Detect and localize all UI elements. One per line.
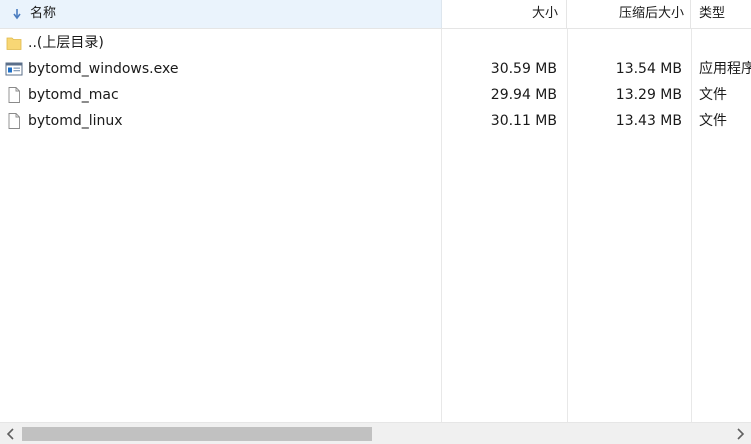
- file-compressed-size: 13.54 MB: [615, 61, 682, 77]
- column-header-size[interactable]: 大小: [442, 0, 567, 28]
- column-header-type-label: 类型: [699, 6, 726, 21]
- sort-descending-icon: [13, 9, 21, 20]
- file-compressed-size: 13.43 MB: [615, 113, 682, 129]
- folder-icon: [6, 37, 22, 50]
- file-name: bytomd_mac: [28, 87, 119, 103]
- column-header-compressed-size[interactable]: 压缩后大小: [567, 0, 691, 28]
- chevron-left-icon[interactable]: [3, 426, 19, 442]
- list-item-file[interactable]: bytomd_windows.exe 30.59 MB 13.54 MB 应用程…: [0, 56, 751, 82]
- file-name: bytomd_linux: [28, 113, 123, 129]
- file-icon: [8, 87, 20, 103]
- file-size: 30.59 MB: [490, 61, 557, 77]
- exe-icon: [5, 62, 23, 76]
- file-icon: [8, 113, 20, 129]
- file-name: ..(上层目录): [28, 35, 104, 51]
- column-header-compressed-label: 压缩后大小: [618, 6, 684, 21]
- column-header-type[interactable]: 类型: [691, 0, 751, 28]
- file-size: 30.11 MB: [490, 113, 557, 129]
- file-type: 应用程序: [699, 61, 751, 77]
- file-list: ..(上层目录) bytomd_windows.exe 30.59 MB 13.…: [0, 30, 751, 134]
- column-header-size-label: 大小: [531, 6, 558, 21]
- file-compressed-size: 13.29 MB: [615, 87, 682, 103]
- file-size: 29.94 MB: [490, 87, 557, 103]
- list-item-file[interactable]: bytomd_linux 30.11 MB 13.43 MB 文件: [0, 108, 751, 134]
- horizontal-scrollbar[interactable]: [0, 422, 751, 444]
- file-type: 文件: [699, 113, 727, 129]
- column-header: 名称 大小 压缩后大小 类型: [0, 0, 751, 29]
- chevron-right-icon[interactable]: [732, 426, 748, 442]
- list-item-parent-directory[interactable]: ..(上层目录): [0, 30, 751, 56]
- scrollbar-thumb[interactable]: [22, 427, 372, 441]
- column-header-name-label: 名称: [30, 6, 57, 21]
- column-header-name[interactable]: 名称: [0, 0, 442, 28]
- list-item-file[interactable]: bytomd_mac 29.94 MB 13.29 MB 文件: [0, 82, 751, 108]
- file-name: bytomd_windows.exe: [28, 61, 179, 77]
- file-type: 文件: [699, 87, 727, 103]
